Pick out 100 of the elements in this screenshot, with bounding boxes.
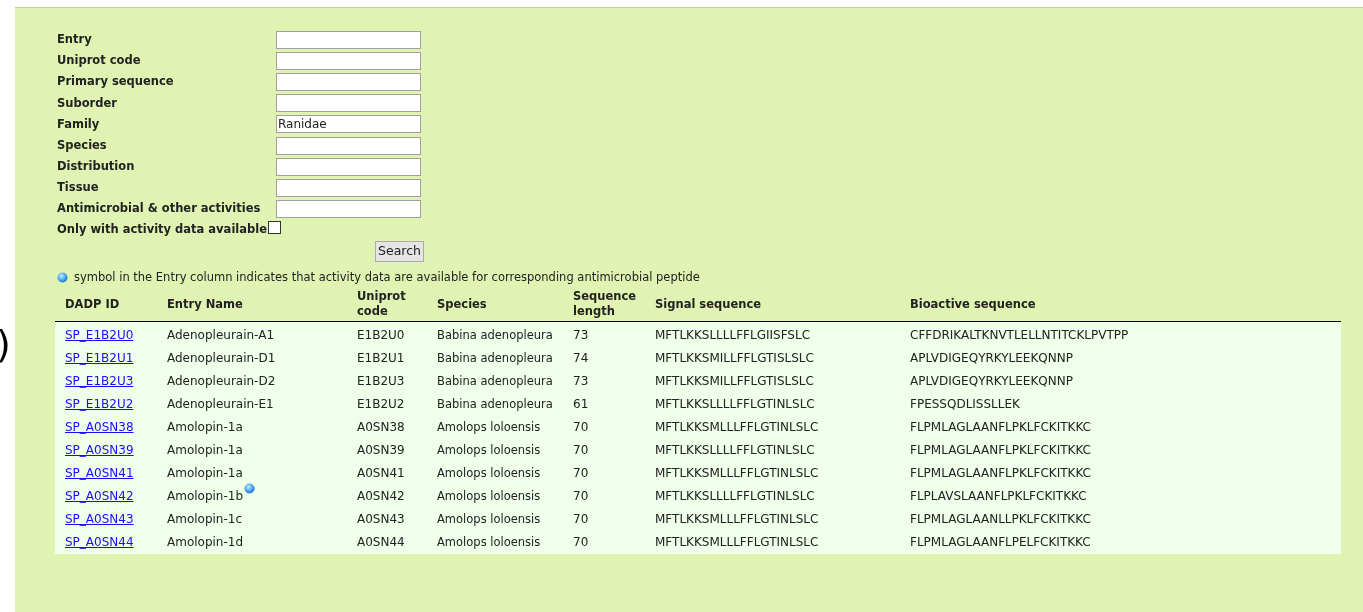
table-cell-text: Adenopleurain-D2 xyxy=(167,373,276,391)
table-cell-text: FLPMLAGLAANFLPKLFCKITKKC xyxy=(910,419,1092,437)
table-cell-text: 70 xyxy=(573,488,590,506)
search-button[interactable]: Search xyxy=(375,241,424,263)
table-cell-text: Babina adenopleura xyxy=(437,327,554,344)
table-cell-text: E1B2U2 xyxy=(357,396,406,414)
id-link[interactable]: SP_A0SN44 xyxy=(65,533,134,552)
field-label: Family xyxy=(57,115,101,133)
table-cell-text: 70 xyxy=(573,465,590,483)
table-cell-text: A0SN43 xyxy=(357,511,406,529)
id-link[interactable]: SP_E1B2U3 xyxy=(65,372,134,391)
table-cell-text: 70 xyxy=(573,534,590,552)
table-cell-text: Amolops loloensis xyxy=(437,511,542,528)
table-cell-text: APLVDIGEQYRKYLEEKQNNP xyxy=(910,350,1074,368)
column-header: DADP ID xyxy=(65,296,121,312)
table-cell-text: A0SN39 xyxy=(357,442,406,460)
field-label: Entry xyxy=(57,30,93,48)
id-link[interactable]: SP_E1B2U0 xyxy=(65,326,134,345)
table-cell-text: CFFDRIKALTKNVTLELLNTITCKLPVTPP xyxy=(910,327,1130,345)
table-cell-text: Babina adenopleura xyxy=(437,350,554,367)
table-cell-text: Amolops loloensis xyxy=(437,419,542,436)
table-cell-text: FLPMLAGLAANFLPKLFCKITKKC xyxy=(910,465,1092,483)
column-header: Uniprot code xyxy=(357,289,407,320)
table-cell-text: Adenopleurain-A1 xyxy=(167,327,275,345)
table-cell-text: 73 xyxy=(573,327,590,345)
input-field[interactable] xyxy=(276,94,421,113)
table-cell-text: MFTLKKSLLLLFFLGTINLSLC xyxy=(655,442,816,460)
input-field[interactable] xyxy=(276,200,421,219)
field-label: Tissue xyxy=(57,179,100,197)
field-label: Species xyxy=(57,136,108,154)
checkbox[interactable] xyxy=(268,220,281,234)
field-label: Uniprot code xyxy=(57,52,142,70)
field-label: Distribution xyxy=(57,158,136,176)
table-cell-text: APLVDIGEQYRKYLEEKQNNP xyxy=(910,373,1074,391)
table-cell-text: A0SN38 xyxy=(357,419,406,437)
table-cell-text: MFTLKKSLLLLFFLGTINLSLC xyxy=(655,396,816,414)
id-link[interactable]: SP_E1B2U1 xyxy=(65,349,134,368)
input-field[interactable] xyxy=(276,136,421,155)
table-cell-text: Amolops loloensis xyxy=(437,442,542,459)
table-cell-text: E1B2U0 xyxy=(357,327,406,345)
input-field[interactable] xyxy=(276,51,421,70)
table-cell-text: Amolopin-1b xyxy=(167,488,244,506)
field-label: Suborder xyxy=(57,94,118,112)
table-cell-text: Babina adenopleura xyxy=(437,373,554,390)
id-link[interactable]: SP_A0SN38 xyxy=(65,418,134,437)
table-cell-text: MFTLKKSMILLFFLGTISLSLC xyxy=(655,350,815,368)
column-header: Entry Name xyxy=(167,296,244,312)
input-field[interactable] xyxy=(276,72,421,91)
table-cell-text: FLPMLAGLAANFLPKLFCKITKKC xyxy=(910,442,1092,460)
table-cell-text: 73 xyxy=(573,373,590,391)
column-header: Sequence length xyxy=(573,289,638,320)
field-label: Primary sequence xyxy=(57,73,175,91)
info-dot-icon xyxy=(57,271,68,283)
table-cell-text: Amolopin-1a xyxy=(167,419,243,437)
table-cell-text: A0SN44 xyxy=(357,534,406,552)
table-cell-text: MFTLKKSLLLLFFLGTINLSLC xyxy=(655,488,816,506)
table-cell-text: MFTLKKSMLLLFFLGTINLSLC xyxy=(655,419,820,437)
table-cell-text: Amolops loloensis xyxy=(437,534,542,551)
table-cell-text: A0SN41 xyxy=(357,465,406,483)
table-cell-text: A0SN42 xyxy=(357,488,406,506)
table-cell-text: FLPLAVSLAANFLPKLFCKITKKC xyxy=(910,488,1088,506)
table-cell-text: MFTLKKSMLLLFFLGTINLSLC xyxy=(655,465,820,483)
id-link[interactable]: SP_A0SN39 xyxy=(65,441,134,460)
table-cell-text: 70 xyxy=(573,511,590,529)
table-cell-text: 61 xyxy=(573,396,590,414)
table-cell-text: Amolopin-1a xyxy=(167,465,243,483)
table-cell-text: Amolops loloensis xyxy=(437,465,542,482)
table-cell-text: MFTLKKSMILLFFLGTISLSLC xyxy=(655,373,815,391)
column-header: Signal sequence xyxy=(655,296,762,312)
table-cell-text: MFTLKKSMLLLFFLGTINLSLC xyxy=(655,511,820,529)
column-header: Species xyxy=(437,296,488,312)
table-cell-text: E1B2U1 xyxy=(357,350,406,368)
table-cell-text: FLPMLAGLAANFLPELFCKITKKC xyxy=(910,534,1092,552)
table-cell-text: MFTLKKSLLLLFFLGIISFSLC xyxy=(655,327,811,345)
table-cell-text: Amolops loloensis xyxy=(437,488,542,505)
info-dot-icon xyxy=(244,483,256,495)
table-cell-text: 74 xyxy=(573,350,590,368)
table-cell-text: FLPMLAGLAANLLPKLFCKITKKC xyxy=(910,511,1092,529)
table-cell-text: E1B2U3 xyxy=(357,373,406,391)
id-link[interactable]: SP_E1B2U2 xyxy=(65,395,134,414)
field-label: Antimicrobial & other activities xyxy=(57,200,262,218)
id-link[interactable]: SP_A0SN41 xyxy=(65,464,134,483)
table-cell-text: 70 xyxy=(573,419,590,437)
table-cell-text: Adenopleurain-D1 xyxy=(167,350,276,368)
legend-text: symbol in the Entry column indicates that activity data are available for corresponding antimicrobial peptide xyxy=(74,268,700,286)
table-cell-text: 70 xyxy=(573,442,590,460)
table-cell-text: FPESSQDLISSLLEK xyxy=(910,396,1021,414)
table-cell-text: Amolopin-1a xyxy=(167,442,243,460)
input-field[interactable] xyxy=(276,178,421,197)
table-cell-text: Babina adenopleura xyxy=(437,396,554,413)
id-link[interactable]: SP_A0SN43 xyxy=(65,510,134,529)
input-field[interactable] xyxy=(276,157,421,176)
id-link[interactable]: SP_A0SN42 xyxy=(65,487,134,506)
table-cell-text: Adenopleurain-E1 xyxy=(167,396,274,414)
table-cell-text: Amolopin-1d xyxy=(167,534,244,552)
column-header: Bioactive sequence xyxy=(910,296,1037,312)
input-field[interactable]: Ranidae xyxy=(276,115,421,134)
table-cell-text: MFTLKKSMLLLFFLGTINLSLC xyxy=(655,534,820,552)
checkbox-label: Only with activity data available xyxy=(57,220,267,238)
input-field[interactable] xyxy=(276,30,421,49)
